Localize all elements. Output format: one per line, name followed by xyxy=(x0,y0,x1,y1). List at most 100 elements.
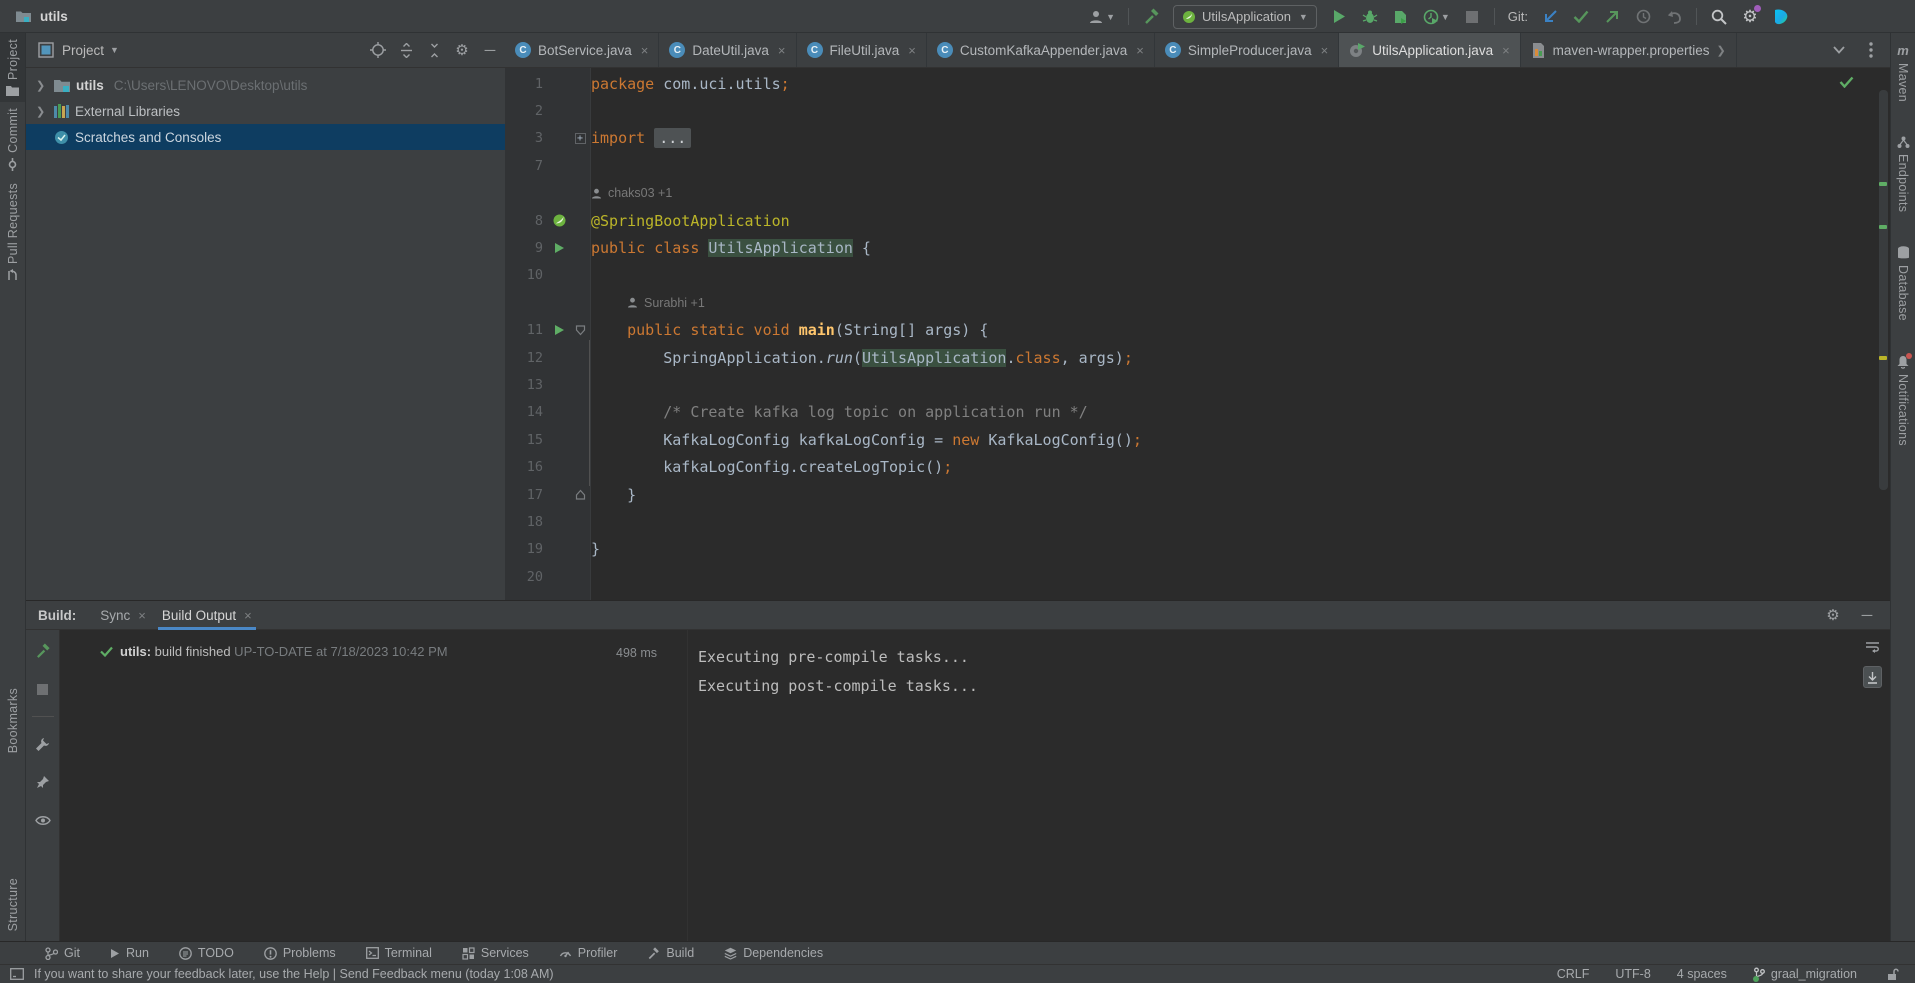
toolbar-item-terminal[interactable]: Terminal xyxy=(366,946,432,960)
git-branch-widget[interactable]: graal_migration xyxy=(1753,967,1857,981)
encoding-indicator[interactable]: UTF-8 xyxy=(1615,967,1650,981)
indent-indicator[interactable]: 4 spaces xyxy=(1677,967,1727,981)
toolbar-item-dependencies[interactable]: Dependencies xyxy=(724,946,823,960)
line-number: 11 xyxy=(505,322,549,338)
fold-end-icon[interactable] xyxy=(575,489,586,500)
build-console[interactable]: Executing pre-compile tasks... Executing… xyxy=(688,630,1890,941)
stop-button[interactable] xyxy=(1463,6,1481,28)
tab-options-kebab-icon[interactable] xyxy=(1862,39,1880,61)
git-rollback-icon[interactable] xyxy=(1665,6,1683,28)
chevron-down-icon[interactable]: ▼ xyxy=(110,45,119,55)
soft-wrap-icon[interactable] xyxy=(1864,636,1882,658)
code-vision-author[interactable]: Surabhi +1 xyxy=(591,296,705,310)
close-icon[interactable]: × xyxy=(138,608,146,623)
git-history-icon[interactable] xyxy=(1634,6,1652,28)
code-editor[interactable]: 1package com.uci.utils; 2 3+import ... 7… xyxy=(505,68,1890,600)
tab-customkafkaappender[interactable]: C CustomKafkaAppender.java × xyxy=(927,33,1155,67)
scroll-to-end-icon[interactable] xyxy=(1863,666,1882,688)
close-icon[interactable]: × xyxy=(778,43,786,58)
preview-eye-icon[interactable] xyxy=(34,809,52,831)
stripe-commit[interactable]: Commit xyxy=(0,102,25,177)
hidden-tabs-chevron-icon[interactable] xyxy=(1830,39,1848,61)
jetbrains-logo-icon[interactable] xyxy=(1772,6,1790,28)
close-icon[interactable]: × xyxy=(244,608,252,623)
build-tab-output[interactable]: Build Output × xyxy=(154,600,260,630)
stripe-bookmarks[interactable]: Bookmarks xyxy=(0,688,26,753)
dependencies-icon xyxy=(724,947,737,960)
debug-button[interactable] xyxy=(1361,6,1379,28)
build-filter-wrench-icon[interactable] xyxy=(34,733,52,755)
tab-dateutil[interactable]: C DateUtil.java × xyxy=(659,33,796,67)
pull-request-icon xyxy=(6,269,19,282)
build-panel: utils: build finished UP-TO-DATE at 7/18… xyxy=(26,630,1890,941)
run-method-gutter-icon[interactable] xyxy=(554,324,565,336)
close-icon[interactable]: × xyxy=(1136,43,1144,58)
hide-panel-icon[interactable]: ─ xyxy=(481,39,499,61)
inspections-ok-icon[interactable] xyxy=(1839,76,1854,88)
expand-all-icon[interactable] xyxy=(397,39,415,61)
stripe-database[interactable]: Database xyxy=(1891,240,1915,327)
run-button[interactable] xyxy=(1330,6,1348,28)
chevron-right-icon[interactable]: ❯ xyxy=(36,105,48,118)
user-icon[interactable]: ▼ xyxy=(1088,6,1115,28)
spring-bean-gutter-icon[interactable] xyxy=(553,214,566,227)
close-icon[interactable]: × xyxy=(641,43,649,58)
tab-simpleproducer[interactable]: C SimpleProducer.java × xyxy=(1155,33,1339,67)
tab-fileutil[interactable]: C FileUtil.java × xyxy=(797,33,927,67)
stripe-project[interactable]: Project xyxy=(0,33,25,102)
toolbar-item-profiler[interactable]: Profiler xyxy=(559,946,618,960)
toolbar-item-problems[interactable]: Problems xyxy=(264,946,336,960)
commit-icon xyxy=(6,158,19,171)
build-result-row[interactable]: utils: build finished UP-TO-DATE at 7/18… xyxy=(60,644,687,659)
toolbar-item-todo[interactable]: TODO xyxy=(179,946,234,960)
tab-botservice[interactable]: C BotService.java × xyxy=(505,33,659,67)
toolbar-item-build[interactable]: Build xyxy=(647,946,694,960)
run-class-gutter-icon[interactable] xyxy=(554,242,565,254)
run-config-combo[interactable]: UtilsApplication ▼ xyxy=(1173,5,1317,29)
coverage-button[interactable] xyxy=(1392,6,1410,28)
git-push-icon[interactable] xyxy=(1603,6,1621,28)
settings-gear-icon[interactable]: ⚙ xyxy=(1741,6,1759,28)
tab-maven-wrapper[interactable]: maven-wrapper.properties ❯ xyxy=(1521,33,1737,67)
close-icon[interactable]: × xyxy=(1321,43,1329,58)
build-hammer-icon[interactable] xyxy=(1142,6,1160,28)
toolbar-item-services[interactable]: Services xyxy=(462,946,529,960)
tree-item-external-libraries[interactable]: ❯ External Libraries xyxy=(26,98,505,124)
panel-settings-gear-icon[interactable]: ⚙ xyxy=(453,39,471,61)
tree-item-utils[interactable]: ❯ utils C:\Users\LENOVO\Desktop\utils xyxy=(26,72,505,98)
project-view-label[interactable]: Project xyxy=(62,43,104,58)
stripe-endpoints[interactable]: Endpoints xyxy=(1891,130,1915,218)
stripe-structure[interactable]: Structure xyxy=(0,878,26,931)
stripe-pull-requests[interactable]: Pull Requests xyxy=(0,177,25,288)
close-icon[interactable]: × xyxy=(1502,43,1510,58)
collapse-all-icon[interactable] xyxy=(425,39,443,61)
build-tab-sync[interactable]: Sync × xyxy=(92,600,154,630)
toolbar-item-run[interactable]: Run xyxy=(110,946,149,960)
endpoints-icon xyxy=(1897,136,1910,149)
folded-imports[interactable]: ... xyxy=(654,128,691,148)
pin-icon[interactable] xyxy=(34,771,52,793)
editor-scrollbar[interactable] xyxy=(1879,90,1888,490)
line-ending-indicator[interactable]: CRLF xyxy=(1557,967,1590,981)
tab-utilsapplication[interactable]: UtilsApplication.java × xyxy=(1339,33,1520,67)
rerun-build-hammer-icon[interactable] xyxy=(34,640,52,662)
stripe-maven[interactable]: m Maven xyxy=(1891,37,1915,108)
toolbar-item-git[interactable]: Git xyxy=(45,946,80,960)
chevron-right-icon[interactable]: ❯ xyxy=(36,79,48,92)
hide-build-panel-icon[interactable]: ─ xyxy=(1858,604,1876,626)
unlocked-padlock-icon[interactable] xyxy=(1883,963,1901,983)
fold-collapse-icon[interactable] xyxy=(575,325,586,336)
locate-file-icon[interactable] xyxy=(369,39,387,61)
git-update-icon[interactable] xyxy=(1541,6,1559,28)
fold-expand-icon[interactable]: + xyxy=(575,133,586,144)
close-icon[interactable]: × xyxy=(908,43,916,58)
profiler-button[interactable]: ▼ xyxy=(1423,6,1450,28)
build-settings-gear-icon[interactable]: ⚙ xyxy=(1824,604,1842,626)
stop-build-icon[interactable] xyxy=(34,678,52,700)
git-commit-icon[interactable] xyxy=(1572,6,1590,28)
code-vision-author[interactable]: chaks03 +1 xyxy=(591,186,672,200)
status-window-icon[interactable] xyxy=(10,968,24,980)
tree-item-scratches[interactable]: Scratches and Consoles xyxy=(26,124,505,150)
search-icon[interactable] xyxy=(1710,6,1728,28)
stripe-notifications[interactable]: Notifications xyxy=(1891,349,1915,452)
